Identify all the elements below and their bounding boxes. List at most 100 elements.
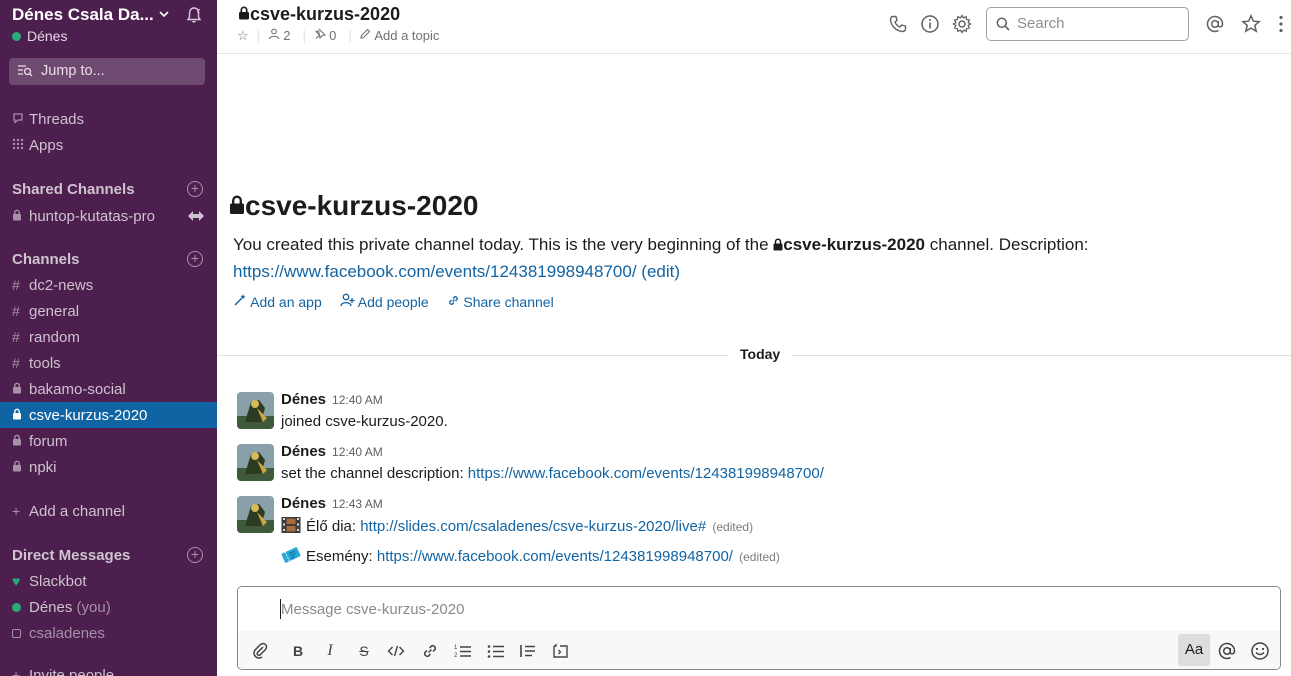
message-text-body: set the channel description:	[281, 465, 468, 482]
italic-icon[interactable]: I	[320, 641, 340, 661]
message-author[interactable]: Dénes 12:43 AM	[281, 495, 383, 512]
add-app-button[interactable]: Add an app	[233, 294, 322, 310]
workspace-header[interactable]: Dénes Csala Da... z Dénes	[12, 5, 212, 49]
add-channel-button[interactable]: + Add a channel	[12, 500, 212, 522]
avatar[interactable]	[237, 496, 274, 533]
message-text: joined csve-kurzus-2020.	[281, 413, 448, 430]
pin-icon	[314, 28, 326, 40]
intro-channel-name[interactable]: csve-kurzus-2020	[783, 235, 925, 254]
notifications-bell-icon[interactable]: z	[184, 5, 204, 25]
sidebar-item-label: random	[29, 329, 80, 346]
add-channel-icon[interactable]: +	[187, 251, 203, 267]
search-input[interactable]: Search	[986, 7, 1189, 41]
sidebar-item-forum[interactable]: forum	[12, 430, 212, 452]
edit-description-link[interactable]: (edit)	[641, 262, 680, 281]
sidebar-item-npki[interactable]: npki	[12, 456, 212, 478]
direct-messages-header[interactable]: Direct Messages	[12, 547, 130, 564]
invite-people-button[interactable]: + Invite people	[12, 664, 212, 676]
edited-label: (edited)	[739, 550, 780, 564]
add-app-label: Add an app	[250, 294, 322, 310]
add-channel-label: Add a channel	[29, 503, 125, 520]
sidebar-item-apps[interactable]: Apps	[12, 134, 212, 156]
strikethrough-icon[interactable]: S	[354, 641, 374, 661]
message-author-name: Dénes	[281, 391, 327, 408]
mentions-at-icon[interactable]	[1205, 14, 1225, 34]
current-user[interactable]: Dénes	[12, 28, 67, 44]
message-link[interactable]: https://www.facebook.com/events/12438199…	[377, 548, 733, 565]
bold-icon[interactable]: B	[288, 641, 308, 661]
shared-channel-icon	[188, 211, 204, 221]
sidebar-item-huntop-kutatas-pro[interactable]: huntop-kutatas-pro	[12, 205, 212, 227]
sidebar-item-random[interactable]: # random	[12, 326, 212, 348]
intro-text-before: You created this private channel today. …	[233, 235, 774, 254]
intro-text-after: channel. Description:	[925, 235, 1089, 254]
message-link[interactable]: http://slides.com/csaladenes/csve-kurzus…	[360, 518, 706, 535]
sidebar-item-csaladenes[interactable]: csaladenes	[12, 622, 212, 644]
sidebar-item-label: Dénes	[29, 599, 73, 616]
add-shared-channel-icon[interactable]: +	[187, 181, 203, 197]
pins-button[interactable]: 0	[314, 28, 341, 43]
share-channel-button[interactable]: Share channel	[447, 294, 554, 310]
day-divider-label[interactable]: Today	[728, 346, 793, 362]
text-cursor	[280, 599, 281, 619]
sidebar-item-label: tools	[29, 355, 61, 372]
sidebar-item-csve-kurzus-2020[interactable]: csve-kurzus-2020	[0, 402, 217, 428]
avatar[interactable]	[237, 392, 274, 429]
bulleted-list-icon[interactable]	[486, 641, 506, 661]
add-topic-label: Add a topic	[374, 28, 440, 43]
star-icon[interactable]: ☆	[237, 28, 249, 43]
share-channel-label: Share channel	[463, 294, 554, 310]
sidebar-item-general[interactable]: # general	[12, 300, 212, 322]
message-timestamp[interactable]: 12:43 AM	[332, 497, 383, 511]
shared-channels-header[interactable]: Shared Channels	[12, 181, 135, 198]
heart-icon: ♥	[12, 573, 21, 589]
sidebar-item-bakamo-social[interactable]: bakamo-social	[12, 378, 212, 400]
sidebar-item-threads[interactable]: Threads	[12, 108, 212, 130]
gear-icon[interactable]	[952, 14, 972, 34]
blockquote-icon[interactable]	[518, 641, 538, 661]
add-dm-icon[interactable]: +	[187, 547, 203, 563]
mention-at-icon[interactable]	[1217, 641, 1237, 661]
message-timestamp[interactable]: 12:40 AM	[332, 445, 383, 459]
emoji-smiley-icon[interactable]	[1250, 641, 1270, 661]
message-input[interactable]	[238, 587, 1280, 631]
member-count: 2	[283, 28, 291, 43]
star-icon[interactable]	[1241, 14, 1261, 34]
message-composer: B I S 12 Aa	[237, 586, 1281, 670]
attachment-paperclip-icon[interactable]	[250, 641, 270, 661]
channels-header[interactable]: Channels	[12, 251, 80, 268]
sidebar-item-dc2-news[interactable]: # dc2-news	[12, 274, 212, 296]
lock-icon	[773, 238, 783, 251]
message-link[interactable]: https://www.facebook.com/events/12438199…	[468, 465, 824, 482]
channel-title[interactable]: csve-kurzus-2020	[238, 4, 400, 25]
add-topic-button[interactable]: Add a topic	[359, 28, 443, 43]
link-icon[interactable]	[420, 641, 440, 661]
description-link[interactable]: https://www.facebook.com/events/12438199…	[233, 262, 637, 281]
sidebar-item-tools[interactable]: # tools	[12, 352, 212, 374]
add-people-button[interactable]: Add people	[339, 293, 429, 310]
lock-icon	[239, 6, 249, 20]
ordered-list-icon[interactable]: 12	[453, 641, 473, 661]
members-button[interactable]: 2	[268, 28, 295, 43]
workspace-name[interactable]: Dénes Csala Da...	[12, 5, 162, 25]
message-author[interactable]: Dénes 12:40 AM	[281, 443, 383, 460]
jump-to-icon	[18, 65, 33, 77]
sidebar-item-label: Threads	[29, 111, 85, 128]
formatting-toggle-button[interactable]: Aa	[1178, 634, 1210, 666]
sidebar-item-slackbot[interactable]: ♥ Slackbot	[12, 570, 212, 592]
chevron-down-icon[interactable]	[158, 7, 170, 21]
code-block-icon[interactable]	[551, 641, 571, 661]
code-icon[interactable]	[386, 641, 406, 661]
presence-away-icon	[12, 622, 29, 644]
more-vertical-icon[interactable]	[1271, 14, 1291, 34]
channel-meta: ☆ | 2 | 0 | Add a topic	[237, 28, 447, 44]
message-timestamp[interactable]: 12:40 AM	[332, 393, 383, 407]
sidebar-item-denes[interactable]: Dénes (you)	[12, 596, 212, 618]
avatar[interactable]	[237, 444, 274, 481]
jump-to-button[interactable]: Jump to...	[9, 58, 205, 85]
user-photo	[237, 496, 274, 533]
info-icon[interactable]	[920, 14, 940, 34]
sidebar-item-label: csaladenes	[29, 625, 105, 642]
phone-icon[interactable]	[888, 14, 908, 34]
message-author[interactable]: Dénes 12:40 AM	[281, 391, 383, 408]
